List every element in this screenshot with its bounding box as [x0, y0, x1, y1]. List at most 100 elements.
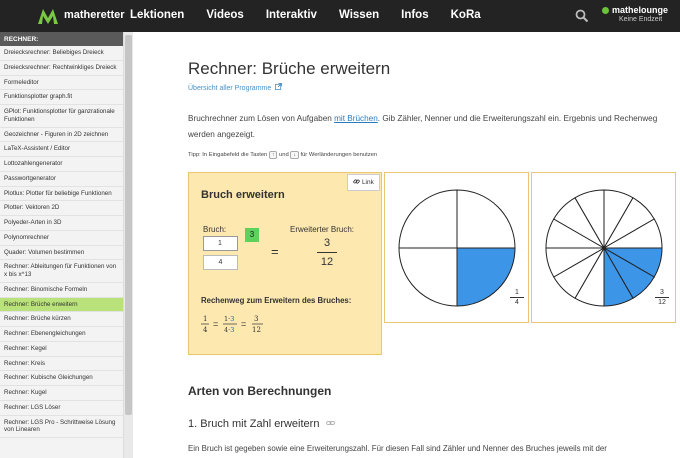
- fraction-calculator: Link Bruch erweitern Bruch: 1 4 3 = Erwe…: [188, 172, 382, 355]
- anchor-link-icon[interactable]: [325, 419, 335, 427]
- pie-slice: [456, 189, 516, 249]
- sidebar-item[interactable]: Polyeder-Arten in 3D: [0, 216, 123, 231]
- subsection-heading: 1. Bruch mit Zahl erweitern: [188, 418, 335, 430]
- pie-slice: [398, 189, 458, 249]
- sidebar-item[interactable]: Geozeichner - Figuren in 2D zeichnen: [0, 128, 123, 143]
- nav-lektionen[interactable]: Lektionen: [130, 9, 184, 21]
- tip-text-mid: und: [279, 152, 289, 158]
- sidebar-item[interactable]: Plotlux: Plotter für beliebige Funktione…: [0, 187, 123, 202]
- subsection-heading-text: 1. Bruch mit Zahl erweitern: [188, 418, 320, 430]
- expansion-factor-input[interactable]: 3: [245, 228, 259, 242]
- sidebar-item[interactable]: Rechner: LGS Löser: [0, 401, 123, 416]
- extended-denominator: 12: [320, 256, 334, 268]
- sidebar-list: Dreiecksrechner: Beliebiges Dreieck Dreie…: [0, 46, 123, 438]
- scrollbar-thumb[interactable]: [125, 35, 132, 415]
- sidebar-item[interactable]: Lottozahlengenerator: [0, 157, 123, 172]
- rw-num-1: 1: [203, 315, 207, 323]
- external-link-icon: [275, 83, 283, 90]
- sidebar-item[interactable]: Passwortgenerator: [0, 172, 123, 187]
- rechenweg-title: Rechenweg zum Erweitern des Bruches:: [201, 296, 352, 305]
- pie-slice-filled: [456, 247, 516, 307]
- intro-text-start: Bruchrechner zum Lösen von Aufgaben: [188, 114, 335, 123]
- pie-chart-original: [398, 189, 516, 307]
- sidebar-item[interactable]: Rechner: Ableitungen für Funktionen von …: [0, 260, 123, 283]
- mit-bruechen-link[interactable]: mit Brüchen: [334, 114, 378, 123]
- page-title: Rechner: Brüche erweitern: [188, 59, 391, 78]
- section-heading: Arten von Berechnungen: [188, 384, 332, 398]
- sidebar: RECHNER: Dreiecksrechner: Beliebiges Dre…: [0, 32, 124, 458]
- sidebar-item[interactable]: Rechner: Kugel: [0, 386, 123, 401]
- sidebar-item[interactable]: Rechner: Kubische Gleichungen: [0, 371, 123, 386]
- extended-fraction-label: Erweiterter Bruch:: [290, 225, 355, 234]
- matheretter-logo-icon[interactable]: [36, 6, 60, 26]
- nav-interaktiv[interactable]: Interaktiv: [266, 9, 317, 21]
- nav-kora[interactable]: KoRa: [451, 9, 481, 21]
- link-icon: [353, 179, 360, 184]
- numerator-input[interactable]: 1: [203, 236, 238, 251]
- nav-wissen[interactable]: Wissen: [339, 9, 379, 21]
- sidebar-item[interactable]: Dreiecksrechner: Beliebiges Dreieck: [0, 46, 123, 61]
- svg-text:1·3: 1·3: [224, 315, 234, 323]
- rechenweg-formula: 1 4 = 1·3 4·3 = 3 12: [201, 315, 263, 334]
- tip-text: Tipp: In Eingabefeld die Tasten ↑ und ↓ …: [188, 151, 377, 159]
- calculator-title: Bruch erweitern: [201, 189, 285, 201]
- arrow-up-key: ↑: [268, 151, 278, 159]
- sidebar-item[interactable]: Rechner: Brüche erweitern: [0, 297, 123, 313]
- sidebar-item[interactable]: LaTeX-Assistent / Editor: [0, 142, 123, 157]
- sidebar-scrollbar[interactable]: [124, 32, 133, 458]
- pie-panel-extended: 3 12: [531, 172, 676, 323]
- arrow-down-key: ↓: [290, 151, 299, 159]
- sidebar-item[interactable]: Funktionsplotter graph.fit: [0, 90, 123, 105]
- pie-fraction-original: 14: [510, 289, 524, 306]
- top-navbar: matheretter Lektionen Videos Interaktiv …: [0, 0, 680, 32]
- brand-name[interactable]: matheretter: [64, 9, 125, 21]
- nav-videos[interactable]: Videos: [206, 9, 244, 21]
- tip-text-start: Tipp: In Eingabefeld die Tasten: [188, 152, 268, 158]
- pie-fraction-den: 4: [515, 299, 519, 306]
- sidebar-item[interactable]: Plotter: Vektoren 2D: [0, 201, 123, 216]
- bruch-label: Bruch:: [203, 225, 227, 234]
- pie-panel-original: 14: [384, 172, 529, 323]
- link-button-label: Link: [361, 179, 374, 186]
- sidebar-item[interactable]: Rechner: LGS Pro - Schrittweise Lösung v…: [0, 416, 123, 438]
- pie-fraction-num: 1: [515, 289, 519, 296]
- pie-slice: [398, 247, 458, 307]
- svg-text:4·3: 4·3: [224, 326, 234, 334]
- rw-num-2b: 3: [230, 315, 234, 323]
- pie-fraction-den: 12: [658, 299, 666, 306]
- overview-link[interactable]: Übersicht aller Programme: [188, 83, 283, 92]
- nav-infos[interactable]: Infos: [401, 9, 428, 21]
- sidebar-item[interactable]: Rechner: Binomische Formeln: [0, 283, 123, 298]
- sidebar-item[interactable]: Dreiecksrechner: Rechtwinkliges Dreieck: [0, 61, 123, 76]
- sidebar-item[interactable]: Rechner: Kreis: [0, 357, 123, 372]
- user-online-icon: [602, 7, 609, 15]
- sidebar-item[interactable]: Rechner: Brüche kürzen: [0, 312, 123, 327]
- intro-text: Bruchrechner zum Lösen von Aufgaben mit …: [188, 111, 658, 143]
- svg-text:=: =: [213, 319, 218, 329]
- sidebar-item[interactable]: Quader: Volumen bestimmen: [0, 246, 123, 261]
- link-button[interactable]: Link: [347, 174, 380, 191]
- section-paragraph: Ein Bruch ist gegeben sowie eine Erweite…: [188, 444, 607, 453]
- extended-fraction-bar: [317, 252, 337, 253]
- user-menu[interactable]: mathelounge Keine Endzeit: [602, 5, 668, 23]
- search-icon[interactable]: [575, 9, 589, 23]
- rw-den-1: 4: [203, 326, 208, 334]
- rw-den-3: 12: [252, 326, 261, 334]
- denominator-input[interactable]: 4: [203, 255, 238, 270]
- sidebar-item[interactable]: GPlot: Funktionsplotter für ganzrational…: [0, 105, 123, 128]
- tip-text-end: für Werländerungen benutzen: [300, 152, 378, 158]
- equals-sign: =: [271, 244, 279, 259]
- pie-fraction-num: 3: [660, 289, 664, 296]
- overview-link-label[interactable]: Übersicht aller Programme: [188, 85, 271, 92]
- sidebar-item[interactable]: Formeleditor: [0, 76, 123, 91]
- sidebar-item[interactable]: Rechner: Kegel: [0, 342, 123, 357]
- pie-fraction-extended: 3 12: [655, 289, 669, 306]
- user-name: mathelounge: [612, 5, 669, 15]
- pie-chart-extended: [545, 189, 663, 307]
- sidebar-heading: RECHNER:: [0, 32, 123, 46]
- user-status: Keine Endzeit: [619, 16, 663, 23]
- sidebar-item[interactable]: Polynomrechner: [0, 231, 123, 246]
- main-content: Rechner: Brüche erweitern Übersicht alle…: [133, 32, 680, 458]
- svg-text:=: =: [241, 319, 246, 329]
- sidebar-item[interactable]: Rechner: Ebenengleichungen: [0, 327, 123, 342]
